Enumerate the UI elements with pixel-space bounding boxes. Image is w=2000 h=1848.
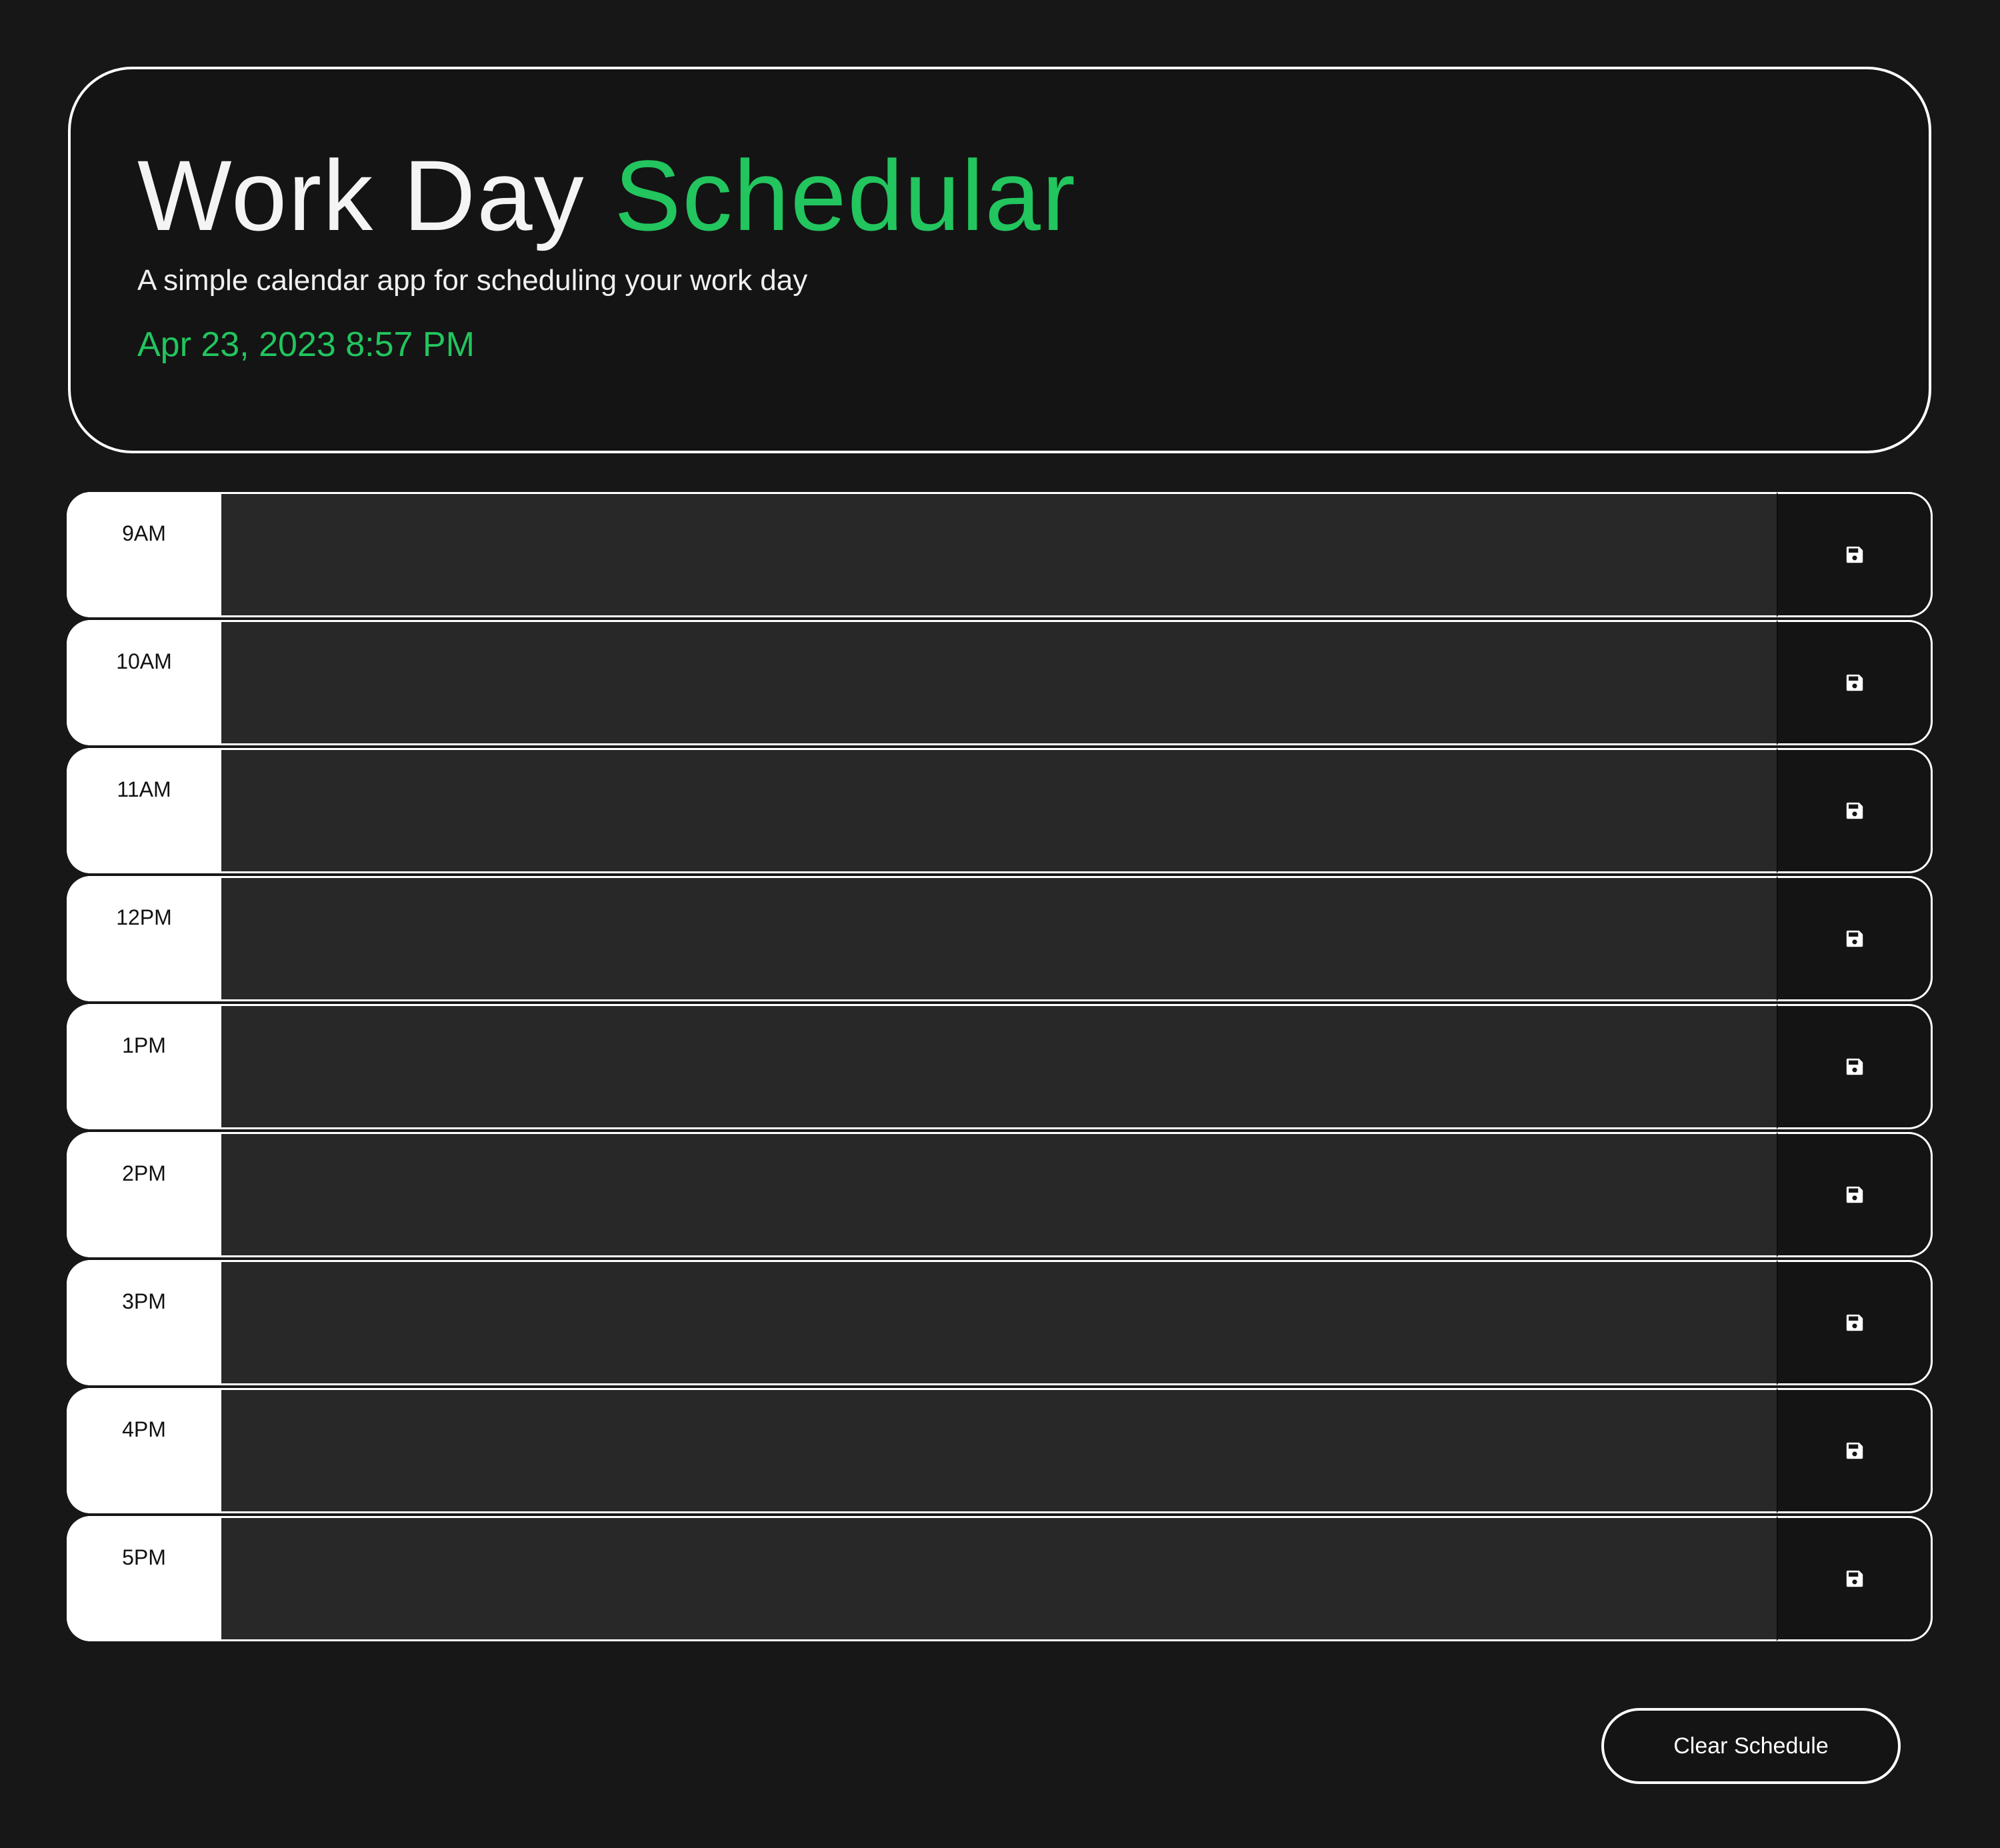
time-block-row: 2PM xyxy=(67,1132,1933,1257)
event-textarea[interactable] xyxy=(221,620,1777,745)
title-accent: Schedular xyxy=(614,139,1077,251)
hour-label: 12PM xyxy=(67,876,221,1001)
title-main: Work Day xyxy=(137,139,585,251)
save-button[interactable] xyxy=(1777,748,1933,873)
subtitle: A simple calendar app for scheduling you… xyxy=(137,264,808,297)
event-textarea[interactable] xyxy=(221,1516,1777,1641)
floppy-disk-icon xyxy=(1846,1314,1863,1331)
hour-label: 11AM xyxy=(67,748,221,873)
time-block-row: 10AM xyxy=(67,620,1933,745)
event-textarea[interactable] xyxy=(221,748,1777,873)
event-textarea[interactable] xyxy=(221,492,1777,617)
floppy-disk-icon xyxy=(1846,674,1863,691)
floppy-disk-icon xyxy=(1846,802,1863,819)
floppy-disk-icon xyxy=(1846,930,1863,947)
floppy-disk-icon xyxy=(1846,1186,1863,1203)
page-title: Work Day Schedular xyxy=(137,139,1077,252)
floppy-disk-icon xyxy=(1846,1442,1863,1459)
floppy-disk-icon xyxy=(1846,1058,1863,1075)
schedule-list: 9AM 10AM 11AM 12PM 1PM 2PM 3PM 4PM 5PM xyxy=(67,492,1933,1644)
save-button[interactable] xyxy=(1777,492,1933,617)
time-block-row: 1PM xyxy=(67,1004,1933,1129)
clear-schedule-button[interactable]: Clear Schedule xyxy=(1601,1708,1901,1784)
hour-label: 5PM xyxy=(67,1516,221,1641)
hour-label: 4PM xyxy=(67,1388,221,1513)
hour-label: 1PM xyxy=(67,1004,221,1129)
time-block-row: 9AM xyxy=(67,492,1933,617)
event-textarea[interactable] xyxy=(221,1388,1777,1513)
event-textarea[interactable] xyxy=(221,1132,1777,1257)
current-datetime: Apr 23, 2023 8:57 PM xyxy=(137,325,475,364)
save-button[interactable] xyxy=(1777,876,1933,1001)
floppy-disk-icon xyxy=(1846,546,1863,563)
time-block-row: 4PM xyxy=(67,1388,1933,1513)
event-textarea[interactable] xyxy=(221,1260,1777,1385)
save-button[interactable] xyxy=(1777,1516,1933,1641)
save-button[interactable] xyxy=(1777,620,1933,745)
time-block-row: 11AM xyxy=(67,748,1933,873)
event-textarea[interactable] xyxy=(221,876,1777,1001)
hour-label: 10AM xyxy=(67,620,221,745)
time-block-row: 5PM xyxy=(67,1516,1933,1641)
time-block-row: 12PM xyxy=(67,876,1933,1001)
save-button[interactable] xyxy=(1777,1004,1933,1129)
floppy-disk-icon xyxy=(1846,1570,1863,1587)
event-textarea[interactable] xyxy=(221,1004,1777,1129)
save-button[interactable] xyxy=(1777,1132,1933,1257)
time-block-row: 3PM xyxy=(67,1260,1933,1385)
save-button[interactable] xyxy=(1777,1388,1933,1513)
app-header: Work Day Schedular A simple calendar app… xyxy=(68,67,1931,453)
save-button[interactable] xyxy=(1777,1260,1933,1385)
hour-label: 2PM xyxy=(67,1132,221,1257)
hour-label: 3PM xyxy=(67,1260,221,1385)
hour-label: 9AM xyxy=(67,492,221,617)
